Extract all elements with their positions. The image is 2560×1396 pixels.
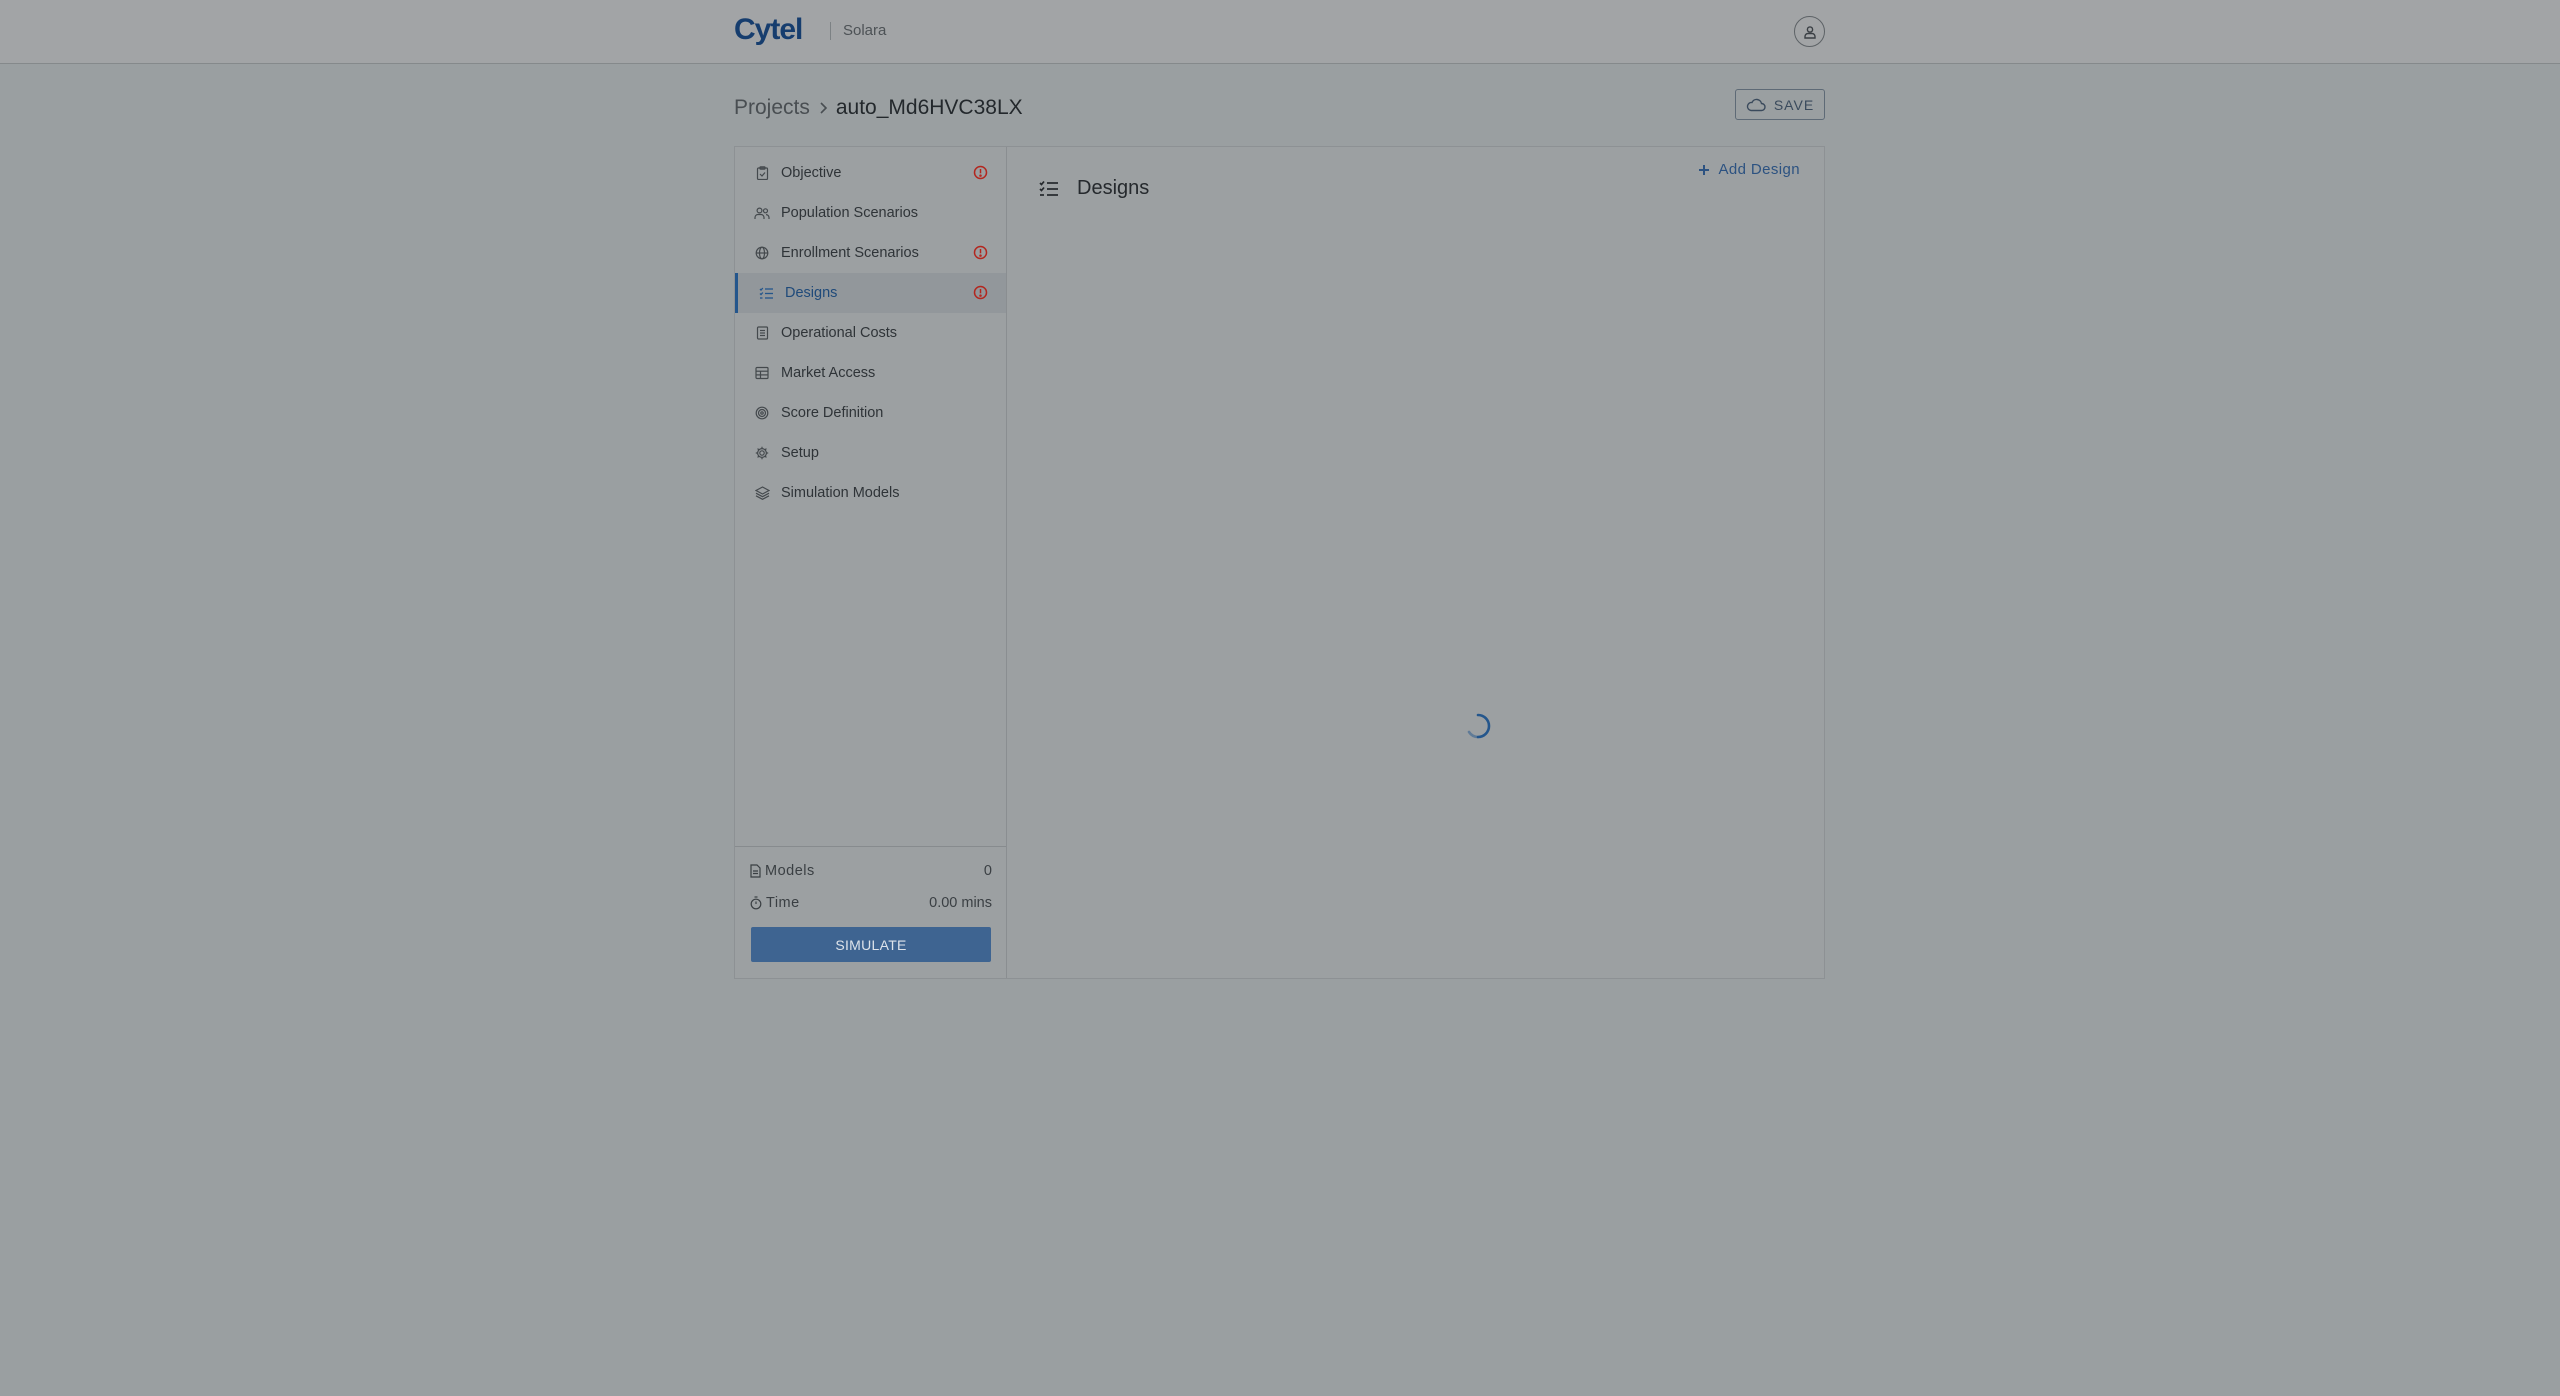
gear-icon	[754, 445, 770, 461]
sidebar-item-label: Score Definition	[781, 405, 884, 421]
cytel-logo[interactable]: Cytel	[734, 13, 803, 47]
layers-icon	[754, 485, 770, 501]
sidebar-item-label: Setup	[781, 445, 819, 461]
sidebar-item-market-access[interactable]: Market Access	[735, 353, 1006, 393]
simulation-summary: Models 0 Time 0.00 mins SIMULATE	[735, 846, 1006, 978]
sidebar-item-label: Market Access	[781, 365, 876, 381]
list-check-icon	[758, 285, 774, 301]
sidebar-item-label: Enrollment Scenarios	[781, 245, 919, 261]
sidebar-item-simulation-models[interactable]: Simulation Models	[735, 473, 1006, 513]
sidebar-item-label: Population Scenarios	[781, 205, 919, 221]
sidebar-nav: Objective Population Scenarios Enrollmen…	[735, 147, 1006, 513]
cloud-icon	[1746, 98, 1766, 111]
receipt-icon	[754, 325, 770, 341]
breadcrumb-current-project: auto_Md6HVC38LX	[835, 96, 1023, 119]
app-name: Solara	[843, 22, 887, 39]
loading-spinner-icon	[1467, 713, 1491, 739]
target-icon	[754, 405, 770, 421]
alert-icon	[973, 285, 988, 300]
time-value: 0.00 mins	[929, 895, 992, 911]
sidebar-item-setup[interactable]: Setup	[735, 433, 1006, 473]
designs-content: Designs Add Design	[1007, 147, 1824, 978]
clipboard-icon	[754, 165, 770, 181]
breadcrumb: Projects auto_Md6HVC38LX	[734, 93, 1023, 123]
sidebar: Objective Population Scenarios Enrollmen…	[735, 147, 1007, 978]
sidebar-item-objective[interactable]: Objective	[735, 153, 1006, 193]
table-icon	[754, 365, 770, 381]
plus-icon	[1699, 164, 1710, 175]
save-button[interactable]: SAVE	[1735, 89, 1825, 120]
sidebar-item-label: Operational Costs	[781, 325, 898, 341]
sidebar-item-score-definition[interactable]: Score Definition	[735, 393, 1006, 433]
save-label: SAVE	[1773, 96, 1815, 113]
models-value: 0	[983, 863, 992, 879]
stopwatch-icon	[750, 896, 762, 910]
user-icon	[1803, 25, 1816, 39]
project-panel: Objective Population Scenarios Enrollmen…	[734, 146, 1825, 979]
add-design-label: Add Design	[1718, 161, 1800, 178]
chevron-right-icon	[818, 101, 828, 115]
header-divider	[830, 22, 831, 40]
sidebar-item-designs[interactable]: Designs	[735, 273, 1006, 313]
time-stat: Time 0.00 mins	[750, 893, 992, 913]
users-icon	[754, 205, 770, 221]
top-bar: Cytel Solara	[0, 0, 2560, 64]
globe-icon	[754, 245, 770, 261]
sidebar-item-population-scenarios[interactable]: Population Scenarios	[735, 193, 1006, 233]
page-title: Designs	[1039, 177, 1149, 200]
list-check-icon	[1039, 180, 1058, 196]
sidebar-item-label: Designs	[785, 285, 838, 301]
time-label: Time	[766, 895, 800, 911]
alert-icon	[973, 245, 988, 260]
account-button[interactable]	[1794, 16, 1825, 47]
alert-icon	[973, 165, 988, 180]
page-title-text: Designs	[1077, 177, 1150, 199]
models-stat: Models 0	[750, 861, 992, 881]
add-design-button[interactable]: Add Design	[1698, 161, 1800, 178]
sidebar-item-operational-costs[interactable]: Operational Costs	[735, 313, 1006, 353]
models-label: Models	[765, 863, 815, 879]
sidebar-item-label: Objective	[781, 165, 842, 181]
breadcrumb-projects-link[interactable]: Projects	[734, 96, 810, 120]
file-icon	[750, 864, 761, 878]
simulate-button[interactable]: SIMULATE	[751, 927, 991, 962]
sidebar-item-label: Simulation Models	[781, 485, 900, 501]
sidebar-item-enrollment-scenarios[interactable]: Enrollment Scenarios	[735, 233, 1006, 273]
